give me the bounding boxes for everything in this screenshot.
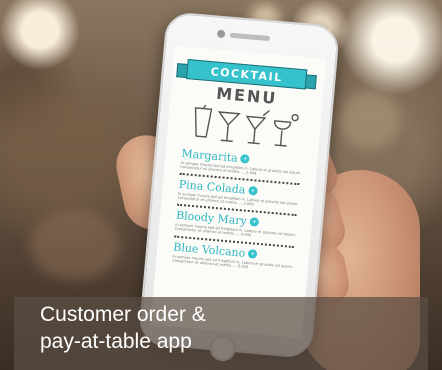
caption-band: Customer order & pay-at-table app [14, 297, 428, 370]
add-icon[interactable]: + [249, 217, 260, 227]
camera-icon [216, 29, 226, 39]
cocktail-glasses-icon [194, 104, 299, 147]
add-icon[interactable]: + [247, 249, 258, 259]
banner-text: COCKTAIL [210, 64, 284, 84]
add-icon[interactable]: + [247, 185, 258, 196]
bokeh-light [340, 90, 400, 150]
caption-line-2: pay-at-table app [40, 330, 192, 353]
speaker-grille [229, 32, 271, 42]
phone-screen: COCKTAIL MENU Margarita + In semper mauri… [150, 45, 327, 339]
photo: COCKTAIL MENU Margarita + In semper mauri… [0, 0, 442, 370]
bokeh-light [30, 210, 120, 280]
caption-line-1: Customer order & [40, 303, 206, 326]
add-icon[interactable]: + [240, 154, 251, 164]
